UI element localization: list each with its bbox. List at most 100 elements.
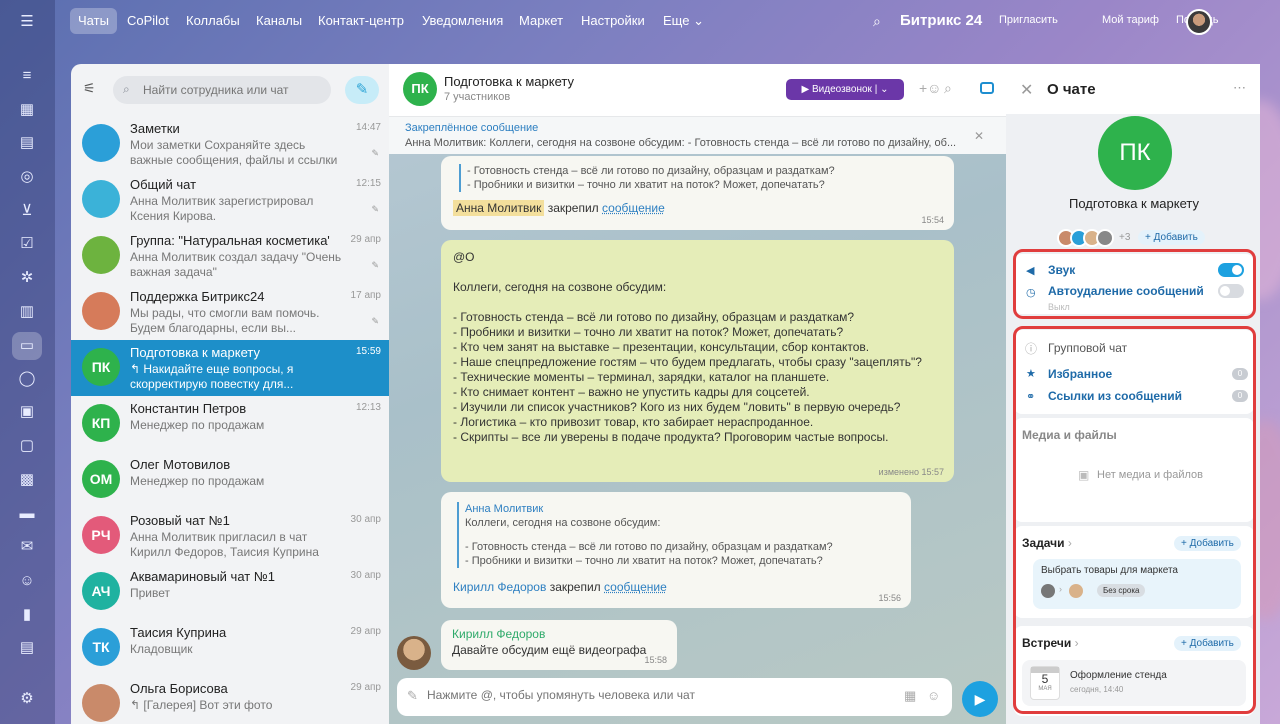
- automation-icon[interactable]: ✲: [17, 268, 37, 288]
- groups-icon[interactable]: ▤: [17, 133, 37, 153]
- chat-avatar-large[interactable]: ПК: [1098, 116, 1172, 190]
- cart-icon[interactable]: ⊻: [17, 201, 37, 221]
- nav-channels[interactable]: Каналы: [248, 8, 310, 34]
- nav-copilot[interactable]: CoPilot: [119, 8, 177, 34]
- quote-author: Анна Молитвик: [465, 503, 544, 515]
- chat-title[interactable]: Подготовка к маркету: [444, 74, 574, 89]
- chat-list-item[interactable]: Поддержка Битрикс24 Мы рады, что смогли в…: [71, 284, 389, 340]
- calendar-icon[interactable]: ▣: [17, 402, 37, 422]
- sender-avatar[interactable]: [397, 636, 431, 670]
- chat-preview: Менеджер по продажам: [130, 418, 265, 432]
- user-avatar[interactable]: [1186, 9, 1212, 35]
- nav-market[interactable]: Маркет: [511, 8, 571, 34]
- checkbox-icon[interactable]: ☑: [17, 234, 37, 254]
- chat-list-item[interactable]: Общий чат Анна Молитвик зарегистрировал К…: [71, 172, 389, 228]
- author-name[interactable]: Кирилл Федоров: [453, 580, 546, 594]
- chat-name: Группа: "Натуральная косметика": [130, 233, 330, 248]
- chat-list-item[interactable]: ТК Таисия Куприна Кладовщик 29 апр: [71, 620, 389, 676]
- attach-icon[interactable]: ✎: [407, 688, 418, 704]
- message-line: - Изучили ли список участников? Кого из …: [453, 400, 901, 414]
- chat-list-item[interactable]: Группа: "Натуральная косметика" Анна Моли…: [71, 228, 389, 284]
- chat-time: 12:15: [355, 178, 381, 189]
- chat-time: 15:59: [355, 346, 381, 357]
- quote-line: - Пробники и визитки – точно ли хватит н…: [467, 179, 825, 191]
- message-link[interactable]: сообщение: [602, 201, 665, 215]
- member-avatars[interactable]: [1057, 229, 1119, 247]
- chat-list-item[interactable]: ПК Подготовка к маркету ↰ Накидайте еще во…: [71, 340, 389, 396]
- chat-icon[interactable]: ▭: [12, 332, 42, 360]
- chat-list-item[interactable]: Заметки Мои заметки Сохраняйте здесь важн…: [71, 116, 389, 172]
- nav-settings[interactable]: Настройки: [573, 8, 653, 34]
- chat-list-item[interactable]: АЧ Аквамариновый чат №1 Привет 30 апр: [71, 564, 389, 620]
- pin-icon: ✎: [371, 204, 379, 214]
- message-bubble[interactable]: Кирилл Федоров Давайте обсудим ещё видео…: [441, 620, 677, 670]
- target-icon[interactable]: ◎: [17, 167, 37, 187]
- chat-avatar: [82, 124, 120, 162]
- chat-avatar: [82, 292, 120, 330]
- video-call-button[interactable]: ▶ Видеозвонок | ⌄: [786, 79, 904, 100]
- nav-chats[interactable]: Чаты: [70, 8, 117, 34]
- message-link[interactable]: сообщение: [604, 580, 667, 594]
- sender-name[interactable]: Кирилл Федоров: [452, 627, 545, 641]
- chat-preview: ↰ Накидайте еще вопросы, я скорректирую …: [130, 362, 294, 391]
- send-button[interactable]: ▶: [962, 681, 998, 717]
- pinned-label: Закреплённое сообщение: [405, 122, 539, 134]
- message-bubble[interactable]: @О Коллеги, сегодня на созвоне обсудим: - …: [441, 240, 954, 482]
- message-line: [453, 295, 943, 310]
- sites-icon[interactable]: ▩: [17, 470, 37, 490]
- chat-avatar[interactable]: ПК: [403, 72, 437, 106]
- close-icon[interactable]: ✕: [1020, 80, 1033, 100]
- message-line: - Кто снимает контент – важно не упустит…: [453, 385, 810, 399]
- terminal-icon[interactable]: ▬: [17, 504, 37, 524]
- add-user-icon[interactable]: +☺: [919, 80, 941, 96]
- pinned-message-bar[interactable]: Закреплённое сообщение Анна Молитвик: Ко…: [389, 116, 1009, 154]
- search-icon[interactable]: ⌕: [944, 80, 952, 97]
- chat-list-item[interactable]: РЧ Розовый чат №1 Анна Молитвик пригласил …: [71, 508, 389, 564]
- nav-contact-center[interactable]: Контакт-центр: [310, 8, 412, 34]
- author-name[interactable]: Анна Молитвик: [453, 200, 545, 216]
- pin-icon[interactable]: ✕: [974, 129, 984, 143]
- crm-icon[interactable]: ◯: [17, 369, 37, 389]
- chat-list-header: ⚟ ⌕ ✎: [71, 64, 389, 116]
- message-line: @О: [453, 250, 475, 264]
- message-bubble[interactable]: Анна Молитвик Коллеги, сегодня на созвон…: [441, 492, 911, 608]
- add-member-button[interactable]: + Добавить: [1138, 230, 1205, 245]
- docs-icon[interactable]: ▥: [17, 302, 37, 322]
- employees-icon[interactable]: ☺: [17, 571, 37, 591]
- file-icon[interactable]: ▢: [17, 436, 37, 456]
- chat-members-count[interactable]: 7 участников: [444, 91, 510, 103]
- tariff-button[interactable]: Мой тариф: [1102, 14, 1159, 26]
- nav-notifications[interactable]: Уведомления: [414, 8, 511, 34]
- message-quote: - Готовность стенда – всё ли готово по д…: [459, 164, 939, 192]
- menu-icon[interactable]: ☰: [17, 12, 37, 32]
- search-icon[interactable]: ⌕: [873, 13, 881, 30]
- quote-line: Коллеги, сегодня на созвоне обсудим:: [465, 517, 661, 529]
- apps-icon[interactable]: ▦: [904, 688, 916, 704]
- analytics-icon[interactable]: ▮: [17, 605, 37, 625]
- tasks-icon[interactable]: ▦: [17, 100, 37, 120]
- feed-icon[interactable]: ≡: [17, 66, 37, 86]
- panel-toggle[interactable]: [970, 72, 1004, 106]
- search-input[interactable]: [113, 76, 331, 104]
- chat-list-item[interactable]: Ольга Борисова ↰ [Галерея] Вот эти фото 29…: [71, 676, 389, 724]
- chat-window: ПК Подготовка к маркету 7 участников ▶ В…: [389, 64, 1009, 724]
- filter-icon[interactable]: ⚟: [83, 80, 103, 100]
- chat-list-item[interactable]: ОМ Олег Мотовилов Менеджер по продажам: [71, 452, 389, 508]
- chat-list-item[interactable]: КП Константин Петров Менеджер по продажам 1…: [71, 396, 389, 452]
- pin-icon: ✎: [371, 260, 379, 270]
- new-chat-button[interactable]: ✎: [345, 76, 379, 104]
- emoji-icon[interactable]: ☺: [927, 688, 940, 703]
- more-icon[interactable]: ⋯: [1233, 80, 1246, 96]
- chat-preview: Привет: [130, 586, 171, 600]
- message-input[interactable]: [427, 688, 877, 702]
- mail-icon[interactable]: ✉: [17, 537, 37, 557]
- message-line: - Кто чем занят на выставке – презентаци…: [453, 340, 870, 354]
- chat-time: 14:47: [355, 122, 381, 133]
- system-message: Кирилл Федоров закрепил сообщение: [453, 580, 667, 594]
- nav-more[interactable]: Еще ⌄: [655, 8, 712, 34]
- contacts-icon[interactable]: ▤: [17, 638, 37, 658]
- invite-button[interactable]: Пригласить: [999, 14, 1058, 26]
- settings-icon[interactable]: ⚙: [17, 689, 37, 709]
- nav-collabs[interactable]: Коллабы: [178, 8, 248, 34]
- message-bubble[interactable]: - Готовность стенда – всё ли готово по д…: [441, 156, 954, 230]
